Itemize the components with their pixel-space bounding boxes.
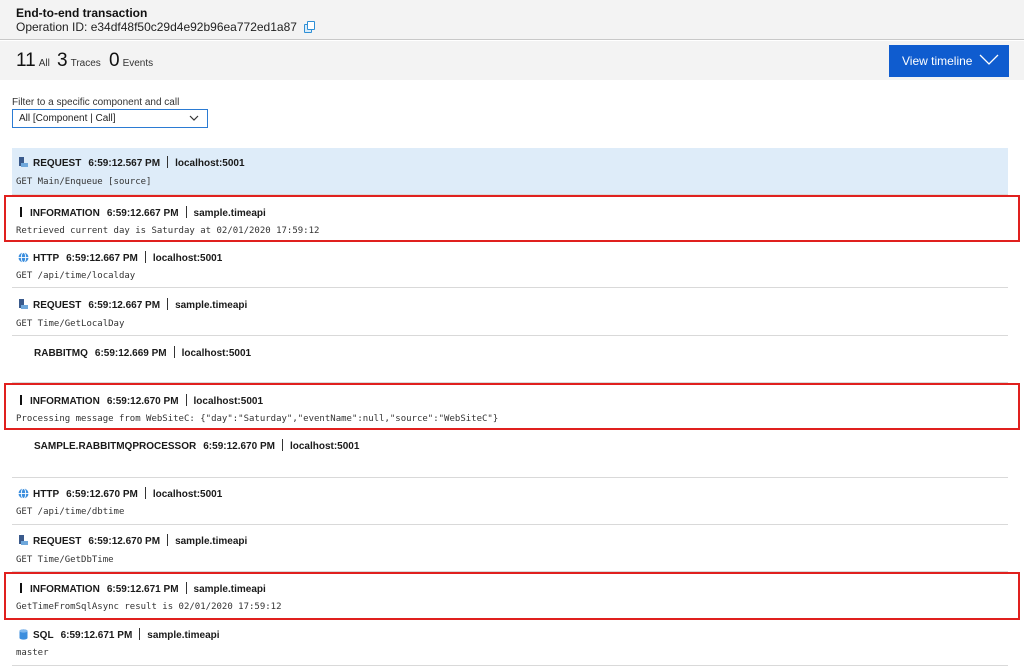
page-header: End-to-end transaction Operation ID: e34…	[0, 0, 1024, 40]
view-timeline-label: View timeline	[902, 54, 973, 68]
sql-database-icon	[19, 629, 28, 640]
row-time: 6:59:12.669 PM	[94, 348, 167, 359]
count-events-label: Events	[122, 58, 154, 69]
count-events[interactable]: 0 Events	[109, 50, 153, 72]
row-header: HTTP 6:59:12.667 PM localhost:5001	[18, 251, 222, 264]
transaction-row[interactable]: HTTP 6:59:12.670 PM localhost:5001 GET /ap…	[12, 479, 1008, 525]
request-icon	[19, 535, 28, 545]
count-all-number: 11	[16, 50, 36, 71]
chevron-down-icon	[189, 115, 199, 121]
row-type: SQL	[33, 630, 54, 641]
row-time: 6:59:12.667 PM	[66, 253, 138, 264]
row-time: 6:59:12.670 PM	[66, 489, 138, 500]
row-type: HTTP	[33, 489, 60, 500]
row-header: REQUEST 6:59:12.667 PM sample.timeapi	[18, 298, 247, 311]
row-detail: Processing message from WebSiteC: {"day"…	[16, 414, 499, 424]
transaction-row[interactable]: INFORMATION 6:59:12.667 PM sample.timeapi …	[12, 196, 1008, 241]
http-globe-icon	[18, 488, 29, 499]
row-time: 6:59:12.567 PM	[88, 158, 161, 169]
counts-bar: 11 All 3 Traces 0 Events	[0, 41, 1024, 80]
copy-icon[interactable]	[303, 21, 316, 34]
row-header: REQUEST 6:59:12.670 PM sample.timeapi	[18, 534, 247, 547]
row-header: RABBITMQ 6:59:12.669 PM localhost:5001	[34, 346, 251, 359]
trace-bar-icon	[20, 207, 22, 217]
http-globe-icon	[18, 252, 29, 263]
row-header: SAMPLE.RABBITMQPROCESSOR 6:59:12.670 PM lo…	[34, 439, 359, 452]
row-component: localhost:5001	[181, 348, 252, 359]
count-all[interactable]: 11 All	[16, 50, 50, 72]
count-traces-number: 3	[57, 50, 68, 71]
trace-bar-icon	[20, 395, 22, 405]
row-component: sample.timeapi	[175, 300, 248, 311]
request-icon	[19, 299, 28, 309]
transaction-row[interactable]: SAMPLE.RABBITMQPROCESSOR 6:59:12.670 PM lo…	[12, 430, 1008, 478]
count-traces-label: Traces	[70, 58, 101, 69]
row-header: SQL 6:59:12.671 PM sample.timeapi	[18, 628, 220, 641]
transaction-row[interactable]: SQL 6:59:12.671 PM sample.timeapi master	[12, 620, 1008, 666]
row-component: sample.timeapi	[193, 208, 266, 219]
transaction-row[interactable]: INFORMATION 6:59:12.670 PM localhost:5001 …	[12, 384, 1008, 429]
row-detail: master	[16, 648, 49, 658]
view-timeline-button[interactable]: View timeline	[889, 45, 1009, 77]
row-component: localhost:5001	[152, 253, 223, 264]
row-time: 6:59:12.667 PM	[88, 300, 161, 311]
row-detail: Retrieved current day is Saturday at 02/…	[16, 226, 320, 236]
row-time: 6:59:12.671 PM	[106, 584, 179, 595]
transaction-row[interactable]: INFORMATION 6:59:12.671 PM sample.timeapi …	[12, 573, 1008, 619]
row-detail: GET Main/Enqueue [source]	[16, 177, 152, 187]
row-type: REQUEST	[33, 300, 82, 311]
row-time: 6:59:12.667 PM	[106, 208, 179, 219]
filter-label: Filter to a specific component and call	[12, 97, 180, 108]
row-time: 6:59:12.670 PM	[106, 396, 179, 407]
transaction-row[interactable]: HTTP 6:59:12.667 PM localhost:5001 GET /ap…	[12, 242, 1008, 288]
row-header: REQUEST 6:59:12.567 PM localhost:5001	[18, 156, 245, 169]
row-time: 6:59:12.670 PM	[88, 536, 161, 547]
row-component: sample.timeapi	[147, 630, 220, 641]
row-type: INFORMATION	[30, 396, 100, 407]
filter-selected-value: All [Component | Call]	[19, 113, 116, 124]
transaction-row[interactable]: REQUEST 6:59:12.567 PM localhost:5001 GET …	[12, 148, 1008, 195]
row-type: REQUEST	[33, 158, 82, 169]
page-title: End-to-end transaction	[16, 6, 148, 20]
chevron-down-icon	[979, 54, 999, 65]
row-detail: GET Time/GetLocalDay	[16, 319, 125, 329]
row-detail: GET /api/time/dbtime	[16, 507, 125, 517]
count-events-number: 0	[109, 50, 120, 71]
count-traces[interactable]: 3 Traces	[57, 50, 101, 72]
row-type: HTTP	[33, 253, 60, 264]
row-time: 6:59:12.671 PM	[60, 630, 133, 641]
row-header: INFORMATION 6:59:12.671 PM sample.timeapi	[18, 582, 266, 595]
row-header: INFORMATION 6:59:12.670 PM localhost:5001	[18, 394, 263, 407]
row-component: localhost:5001	[152, 489, 223, 500]
request-icon	[19, 157, 28, 167]
row-detail: GetTimeFromSqlAsync result is 02/01/2020…	[16, 602, 282, 612]
transaction-row[interactable]: REQUEST 6:59:12.670 PM sample.timeapi GET …	[12, 526, 1008, 572]
row-type: INFORMATION	[30, 584, 100, 595]
row-component: sample.timeapi	[193, 584, 266, 595]
row-component: localhost:5001	[175, 158, 245, 169]
component-filter-dropdown[interactable]: All [Component | Call]	[12, 109, 208, 128]
row-detail: GET /api/time/localday	[16, 271, 136, 281]
transaction-row[interactable]: RABBITMQ 6:59:12.669 PM localhost:5001	[12, 337, 1008, 383]
row-header: HTTP 6:59:12.670 PM localhost:5001	[18, 487, 222, 500]
operation-id: Operation ID: e34df48f50c29d4e92b96ea772…	[16, 20, 316, 34]
row-time: 6:59:12.670 PM	[203, 441, 275, 452]
row-detail: GET Time/GetDbTime	[16, 555, 114, 565]
row-type: RABBITMQ	[34, 348, 88, 359]
count-all-label: All	[38, 58, 50, 69]
row-type: SAMPLE.RABBITMQPROCESSOR	[34, 441, 197, 452]
trace-bar-icon	[20, 583, 22, 593]
row-component: localhost:5001	[193, 396, 264, 407]
row-component: sample.timeapi	[175, 536, 248, 547]
row-component: localhost:5001	[289, 441, 360, 452]
row-type: INFORMATION	[30, 208, 100, 219]
row-type: REQUEST	[33, 536, 82, 547]
operation-id-text: Operation ID: e34df48f50c29d4e92b96ea772…	[16, 20, 297, 34]
transaction-row[interactable]: REQUEST 6:59:12.667 PM sample.timeapi GET …	[12, 289, 1008, 336]
row-header: INFORMATION 6:59:12.667 PM sample.timeapi	[18, 206, 266, 219]
